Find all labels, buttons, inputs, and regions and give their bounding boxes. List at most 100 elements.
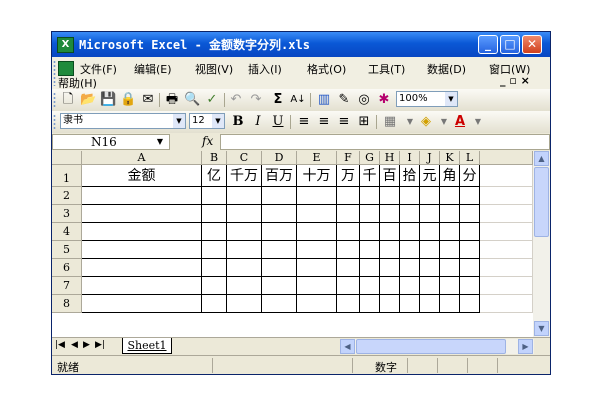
- mdi-controls[interactable]: _ ▫ ×: [500, 74, 530, 87]
- cell[interactable]: [400, 205, 420, 223]
- column-header-h[interactable]: H: [380, 151, 400, 165]
- zoom-select[interactable]: 100% ▼: [396, 91, 458, 107]
- cell[interactable]: [202, 223, 227, 241]
- cell[interactable]: [82, 241, 202, 259]
- chevron-down-icon[interactable]: ▼: [436, 114, 452, 130]
- cell[interactable]: 千万: [227, 165, 262, 187]
- worksheet-grid[interactable]: A B C D E F G H I J K L 1 2 3 4 5 6 7 8 …: [52, 151, 550, 337]
- cell[interactable]: [480, 223, 533, 241]
- cell[interactable]: [400, 295, 420, 313]
- cell[interactable]: [360, 295, 380, 313]
- cell[interactable]: [82, 223, 202, 241]
- scroll-down-icon[interactable]: ▼: [534, 321, 549, 336]
- font-color-icon[interactable]: A: [452, 114, 468, 130]
- redo-icon[interactable]: ↷: [248, 92, 264, 108]
- cell[interactable]: [337, 223, 360, 241]
- scroll-thumb[interactable]: [356, 339, 506, 354]
- column-header-l[interactable]: L: [460, 151, 480, 165]
- align-left-icon[interactable]: ≡: [296, 114, 312, 130]
- column-header-b[interactable]: B: [202, 151, 227, 165]
- column-header-g[interactable]: G: [360, 151, 380, 165]
- cell[interactable]: [82, 187, 202, 205]
- undo-icon[interactable]: ↶: [228, 92, 244, 108]
- cell[interactable]: [480, 165, 533, 187]
- cell[interactable]: [227, 259, 262, 277]
- document-icon[interactable]: [58, 61, 74, 76]
- row-header[interactable]: 3: [52, 205, 82, 223]
- cell[interactable]: [227, 187, 262, 205]
- close-button[interactable]: ✕: [522, 35, 542, 54]
- cell[interactable]: [460, 223, 480, 241]
- column-header-a[interactable]: A: [82, 151, 202, 165]
- cell[interactable]: [440, 187, 460, 205]
- cell[interactable]: [297, 277, 337, 295]
- horizontal-scrollbar[interactable]: ◀ ▶: [340, 339, 534, 354]
- menu-data[interactable]: 数据(D): [427, 61, 466, 77]
- cell[interactable]: [202, 295, 227, 313]
- cell[interactable]: [480, 259, 533, 277]
- cell[interactable]: [360, 223, 380, 241]
- cell[interactable]: [227, 277, 262, 295]
- row-header[interactable]: 7: [52, 277, 82, 295]
- cell[interactable]: [360, 259, 380, 277]
- cell[interactable]: [82, 259, 202, 277]
- cell[interactable]: 万: [337, 165, 360, 187]
- cell[interactable]: [460, 295, 480, 313]
- cell[interactable]: [297, 295, 337, 313]
- cell[interactable]: [262, 277, 297, 295]
- chevron-down-icon[interactable]: ▼: [157, 135, 163, 149]
- cell[interactable]: [440, 205, 460, 223]
- cell[interactable]: [360, 205, 380, 223]
- next-sheet-icon[interactable]: ▶: [83, 340, 90, 350]
- cell[interactable]: 分: [460, 165, 480, 187]
- email-icon[interactable]: ✉: [140, 92, 156, 108]
- cell[interactable]: [480, 187, 533, 205]
- chevron-down-icon[interactable]: ▼: [173, 114, 185, 128]
- cell[interactable]: [360, 277, 380, 295]
- cell[interactable]: [420, 295, 440, 313]
- cell[interactable]: [460, 187, 480, 205]
- cell[interactable]: [380, 223, 400, 241]
- cell[interactable]: [400, 259, 420, 277]
- align-right-icon[interactable]: ≡: [336, 114, 352, 130]
- cell[interactable]: [337, 295, 360, 313]
- cell[interactable]: [440, 223, 460, 241]
- scroll-right-icon[interactable]: ▶: [518, 339, 533, 354]
- menu-insert[interactable]: 插入(I): [248, 61, 282, 77]
- cell[interactable]: [400, 187, 420, 205]
- cell[interactable]: [380, 277, 400, 295]
- cell[interactable]: [227, 241, 262, 259]
- cell[interactable]: [262, 187, 297, 205]
- merge-center-icon[interactable]: ⊞: [356, 114, 372, 130]
- cell[interactable]: 亿: [202, 165, 227, 187]
- cell[interactable]: [380, 205, 400, 223]
- cell[interactable]: [420, 187, 440, 205]
- chevron-down-icon[interactable]: ▼: [212, 114, 224, 128]
- chart-wizard-icon[interactable]: ▥: [316, 92, 332, 108]
- cell[interactable]: [262, 205, 297, 223]
- cell[interactable]: 元: [420, 165, 440, 187]
- cell[interactable]: [480, 205, 533, 223]
- cell[interactable]: [440, 259, 460, 277]
- cell[interactable]: [440, 241, 460, 259]
- cell[interactable]: [460, 241, 480, 259]
- research-icon[interactable]: ◎: [356, 92, 372, 108]
- menu-tools[interactable]: 工具(T): [368, 61, 405, 77]
- underline-button[interactable]: U: [270, 114, 286, 130]
- save-icon[interactable]: 💾: [100, 92, 116, 108]
- cell[interactable]: [400, 241, 420, 259]
- sort-ascending-icon[interactable]: A↓: [290, 92, 306, 108]
- cell[interactable]: [227, 295, 262, 313]
- cell[interactable]: [380, 295, 400, 313]
- align-center-icon[interactable]: ≡: [316, 114, 332, 130]
- formula-input[interactable]: [220, 134, 550, 150]
- cell[interactable]: [480, 277, 533, 295]
- cell[interactable]: [480, 295, 533, 313]
- spelling-icon[interactable]: ✓: [204, 92, 220, 108]
- cell[interactable]: [297, 223, 337, 241]
- cell[interactable]: [202, 259, 227, 277]
- help-icon[interactable]: ✱: [376, 92, 392, 108]
- excel-icon[interactable]: X: [57, 37, 74, 53]
- cell[interactable]: 十万: [297, 165, 337, 187]
- cell[interactable]: [380, 259, 400, 277]
